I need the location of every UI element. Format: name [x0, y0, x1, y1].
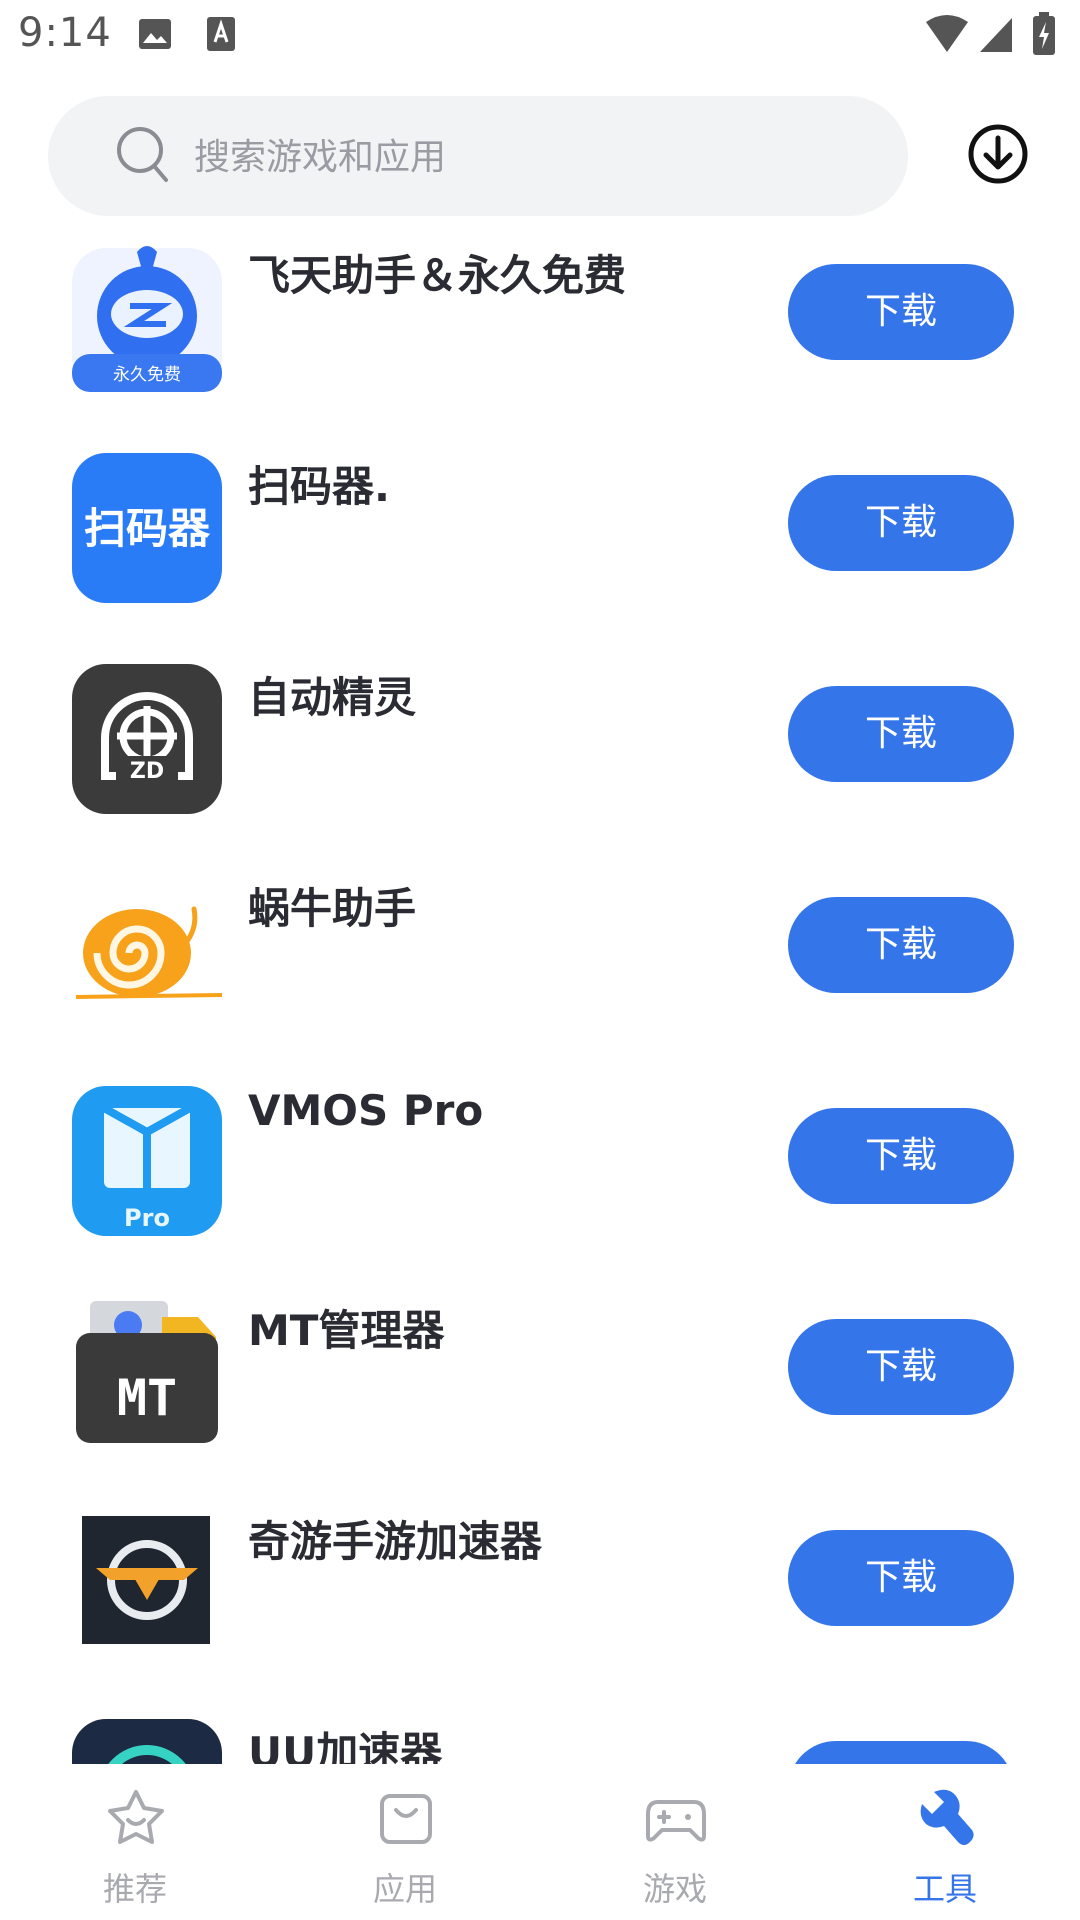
download-button[interactable]: 下载	[788, 1319, 1014, 1415]
uu-booster-icon	[72, 1719, 222, 1764]
signal-icon	[980, 18, 1012, 52]
search-input[interactable]: 搜索游戏和应用	[48, 96, 908, 216]
app-name: 奇游手游加速器	[248, 1517, 543, 1566]
app-name: VMOS Pro	[248, 1086, 484, 1135]
status-bar: 9:14	[0, 0, 1080, 72]
vmos-pro-icon: Pro	[72, 1086, 222, 1236]
battery-icon	[1033, 12, 1055, 55]
app-name: UU加速器	[248, 1728, 443, 1764]
keyboard-icon	[207, 17, 235, 51]
nav-label: 工具	[912, 1870, 977, 1908]
search-row: 搜索游戏和应用	[0, 96, 1080, 216]
download-button[interactable]: 下载	[788, 475, 1014, 571]
download-button[interactable]: 下载	[788, 897, 1014, 993]
star-icon	[108, 1790, 164, 1844]
svg-text:MT: MT	[117, 1369, 177, 1427]
search-icon	[117, 127, 168, 182]
list-item[interactable]: 奇游手游加速器 下载	[0, 1472, 1080, 1683]
svg-text:ZD: ZD	[130, 759, 164, 784]
app-list[interactable]: 永久免费 飞天助手＆永久免费 下载 扫码器 扫码器. 下载 ZD 自动精灵 下载…	[0, 216, 1080, 1764]
svg-text:扫码器: 扫码器	[84, 504, 211, 553]
list-item[interactable]: Pro VMOS Pro 下载	[0, 1050, 1080, 1261]
app-name: 自动精灵	[248, 673, 417, 722]
download-button[interactable]: 下载	[788, 1741, 1014, 1764]
nav-label: 游戏	[642, 1870, 707, 1908]
image-icon	[139, 19, 171, 49]
list-item[interactable]: 蜗牛助手 下载	[0, 839, 1080, 1050]
zd-auto-icon: ZD	[72, 664, 222, 814]
nav-item-tools[interactable]: 工具	[810, 1764, 1080, 1920]
list-item[interactable]: ZD 自动精灵 下载	[0, 628, 1080, 839]
nav-item-apps[interactable]: 应用	[270, 1764, 540, 1920]
svg-text:永久免费: 永久免费	[113, 365, 181, 385]
download-icon[interactable]	[966, 122, 1030, 186]
gamepad-icon	[646, 1800, 706, 1842]
wifi-icon	[926, 15, 968, 52]
app-name: MT管理器	[248, 1306, 445, 1355]
nav-item-games[interactable]: 游戏	[540, 1764, 810, 1920]
search-placeholder: 搜索游戏和应用	[194, 137, 447, 178]
scanner-app-icon: 扫码器	[72, 453, 222, 603]
bottom-nav: 推荐 应用 游戏 工具	[0, 1764, 1080, 1920]
app-name: 飞天助手＆永久免费	[248, 251, 627, 300]
feitian-robot-icon: 永久免费	[72, 242, 222, 392]
svg-text:Pro: Pro	[124, 1204, 170, 1232]
list-item[interactable]: 永久免费 飞天助手＆永久免费 下载	[0, 216, 1080, 417]
bag-icon	[380, 1794, 432, 1844]
download-button[interactable]: 下载	[788, 1108, 1014, 1204]
app-name: 扫码器.	[248, 462, 390, 511]
download-button[interactable]: 下载	[788, 264, 1014, 360]
nav-label: 推荐	[102, 1870, 167, 1908]
qiyou-booster-icon	[72, 1508, 222, 1658]
list-item[interactable]: 扫码器 扫码器. 下载	[0, 417, 1080, 628]
app-name: 蜗牛助手	[248, 884, 417, 933]
list-item[interactable]: MT MT管理器 下载	[0, 1261, 1080, 1472]
wrench-icon	[920, 1789, 974, 1845]
status-time: 9:14	[18, 10, 112, 56]
list-item[interactable]: UU加速器 下载	[0, 1683, 1080, 1764]
nav-item-recommend[interactable]: 推荐	[0, 1764, 270, 1920]
snail-icon	[72, 875, 223, 1025]
download-button[interactable]: 下载	[788, 686, 1014, 782]
nav-label: 应用	[372, 1870, 437, 1908]
mt-manager-icon: MT	[72, 1297, 222, 1447]
download-button[interactable]: 下载	[788, 1530, 1014, 1626]
